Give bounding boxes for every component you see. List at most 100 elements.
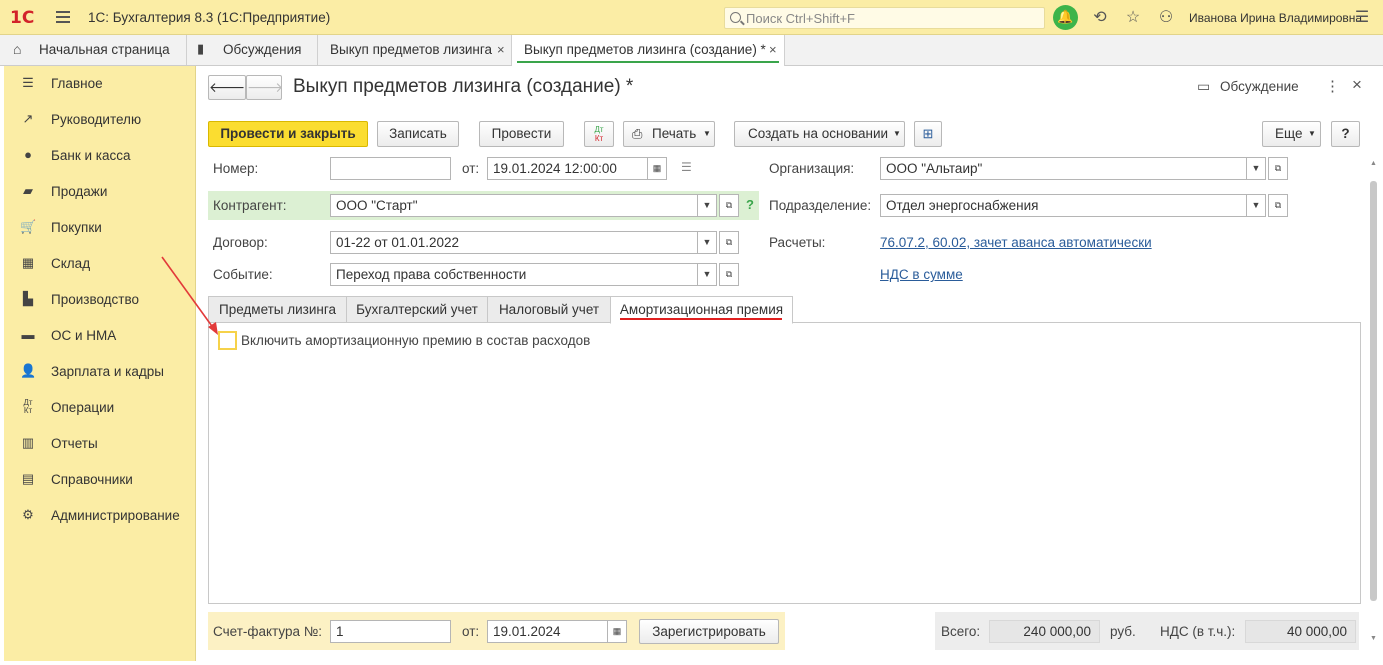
contract-input[interactable]: 01-22 от 01.01.2022 <box>330 231 698 254</box>
sidebar-item-label: Покупки <box>51 220 102 235</box>
tab-tax[interactable]: Налоговый учет <box>487 296 611 323</box>
back-button[interactable]: 🡐 <box>208 75 246 100</box>
sidebar-item-admin[interactable]: ⚙ Администрирование <box>4 498 196 534</box>
book-icon: ▤ <box>21 471 35 486</box>
notification-bell-icon[interactable]: 🔔 <box>1053 5 1078 30</box>
sidebar-item-salary[interactable]: 👤 Зарплата и кадры <box>4 354 196 390</box>
open-icon[interactable]: ⧉ <box>1268 157 1288 180</box>
favorites-star-icon[interactable]: ☆ <box>1123 8 1143 28</box>
date-input[interactable]: 19.01.2024 12:00:00 <box>487 157 648 180</box>
forward-button[interactable]: 🡒 <box>246 75 283 100</box>
create-based-on-button[interactable]: Создать на основании ▼ <box>734 121 905 147</box>
sidebar-item-purchases[interactable]: 🛒 Покупки <box>4 210 196 246</box>
organization-input[interactable]: ООО "Альтаир" <box>880 157 1247 180</box>
menu-icon: ☰ <box>22 75 34 90</box>
open-icon[interactable]: ⧉ <box>719 263 739 286</box>
sidebar: ☰ Главное ↗ Руководителю ● Банк и касса ▰ Пр… <box>4 66 196 661</box>
invoice-label: Счет-фактура №: <box>213 624 322 639</box>
top-bar: 1С 1С: Бухгалтерия 8.3 (1С:Предприятие) … <box>0 0 1383 35</box>
open-icon[interactable]: ⧉ <box>719 231 739 254</box>
event-input[interactable]: Переход права собственности <box>330 263 698 286</box>
contractor-input[interactable]: ООО "Старт" <box>330 194 698 217</box>
tab-accounting[interactable]: Бухгалтерский учет <box>346 296 488 323</box>
more-label: Еще <box>1275 126 1303 141</box>
scroll-down-icon[interactable]: ▼ <box>1370 635 1378 643</box>
print-label: Печать <box>652 126 697 141</box>
open-icon[interactable]: ⧉ <box>1268 194 1288 217</box>
chevron-down-icon[interactable]: ▼ <box>697 194 717 217</box>
sidebar-item-directories[interactable]: ▤ Справочники <box>4 462 196 498</box>
tab-discussions[interactable]: ▮ Обсуждения <box>187 35 318 65</box>
chat-icon: ▮ <box>197 41 205 56</box>
sidebar-item-label: Продажи <box>51 184 108 199</box>
search-input[interactable]: Поиск Ctrl+Shift+F <box>724 7 1045 29</box>
close-icon[interactable]: × <box>769 42 777 57</box>
tab-leasing-create[interactable]: Выкуп предметов лизинга (создание) * × <box>512 35 785 66</box>
calendar-icon[interactable]: ▦ <box>647 157 667 180</box>
print-button[interactable]: ⎙ Печать ▼ <box>623 121 715 147</box>
division-input[interactable]: Отдел энергоснабжения <box>880 194 1247 217</box>
save-button[interactable]: Записать <box>377 121 459 147</box>
close-icon[interactable]: × <box>1352 75 1362 95</box>
comment-list-icon[interactable]: ☰ <box>681 160 692 174</box>
close-icon[interactable]: × <box>497 42 505 57</box>
number-input[interactable] <box>330 157 451 180</box>
more-button[interactable]: Еще ▼ <box>1262 121 1321 147</box>
sidebar-item-bank[interactable]: ● Банк и касса <box>4 138 196 174</box>
sidebar-item-label: Склад <box>51 256 91 271</box>
vat-link[interactable]: НДС в сумме <box>880 267 963 282</box>
scroll-up-icon[interactable]: ▲ <box>1370 160 1378 168</box>
invoice-date-input[interactable]: 19.01.2024 <box>487 620 608 643</box>
page-title: Выкуп предметов лизинга (создание) * <box>293 76 634 97</box>
person-icon: 👤 <box>20 363 37 378</box>
search-icon <box>730 12 741 23</box>
discussion-icon[interactable]: ▭ <box>1197 78 1210 95</box>
sidebar-item-manager[interactable]: ↗ Руководителю <box>4 102 196 138</box>
invoice-number-input[interactable]: 1 <box>330 620 451 643</box>
tab-leasing-list[interactable]: Выкуп предметов лизинга × <box>318 35 512 65</box>
chevron-down-icon[interactable]: ▼ <box>697 263 717 286</box>
currency-label: руб. <box>1110 624 1136 639</box>
sidebar-item-operations[interactable]: Дт Кт Операции <box>4 390 196 426</box>
calendar-icon[interactable]: ▦ <box>607 620 627 643</box>
factory-icon: ▙ <box>23 291 33 306</box>
chevron-down-icon: ▼ <box>893 129 901 138</box>
settlements-link[interactable]: 76.07.2, 60.02, зачет аванса автоматичес… <box>880 235 1152 250</box>
coin-icon: ● <box>24 147 32 162</box>
post-and-close-button[interactable]: Провести и закрыть <box>208 121 368 147</box>
sidebar-item-label: Справочники <box>51 472 133 487</box>
chevron-down-icon[interactable]: ▼ <box>697 231 717 254</box>
chevron-down-icon[interactable]: ▼ <box>1246 194 1266 217</box>
users-icon[interactable]: ⚇ <box>1156 8 1176 28</box>
post-button[interactable]: Провести <box>479 121 564 147</box>
app-title: 1С: Бухгалтерия 8.3 (1С:Предприятие) <box>88 10 331 25</box>
sidebar-item-label: ОС и НМА <box>51 328 117 343</box>
discussion-button[interactable]: Обсуждение <box>1220 79 1299 94</box>
sidebar-item-sales[interactable]: ▰ Продажи <box>4 174 196 210</box>
register-button[interactable]: Зарегистрировать <box>639 619 779 644</box>
open-icon[interactable]: ⧉ <box>719 194 739 217</box>
structure-icon[interactable]: ⊞ <box>914 121 942 147</box>
sidebar-item-reports[interactable]: ▥ Отчеты <box>4 426 196 462</box>
contractor-label: Контрагент: <box>213 198 287 213</box>
dt-kt-button[interactable]: Дт Кт <box>584 121 614 147</box>
sidebar-item-main[interactable]: ☰ Главное <box>4 66 196 102</box>
active-tab-underline <box>517 61 779 63</box>
history-icon[interactable]: ⟲ <box>1090 8 1110 28</box>
user-name[interactable]: Иванова Ирина Владимировна <box>1189 11 1362 25</box>
vat-value: 40 000,00 <box>1245 620 1356 643</box>
tab-home[interactable]: ⌂ Начальная страница <box>0 35 187 65</box>
printer-icon: ⎙ <box>632 126 643 141</box>
scrollbar-thumb[interactable] <box>1370 181 1377 601</box>
home-icon: ⌂ <box>13 41 22 57</box>
chevron-down-icon[interactable]: ▼ <box>1246 157 1266 180</box>
settings-menu-icon[interactable]: ☰ <box>1352 8 1372 28</box>
truck-icon: ▬ <box>21 327 35 342</box>
contractor-help-icon[interactable]: ? <box>746 197 754 212</box>
main-menu-icon[interactable] <box>56 11 70 23</box>
trend-icon: ↗ <box>22 111 34 126</box>
chevron-down-icon: ▼ <box>703 129 711 138</box>
vat-label: НДС (в т.ч.): <box>1160 624 1236 639</box>
help-button[interactable]: ? <box>1331 121 1360 147</box>
more-vert-icon[interactable]: ⋮ <box>1325 77 1340 95</box>
